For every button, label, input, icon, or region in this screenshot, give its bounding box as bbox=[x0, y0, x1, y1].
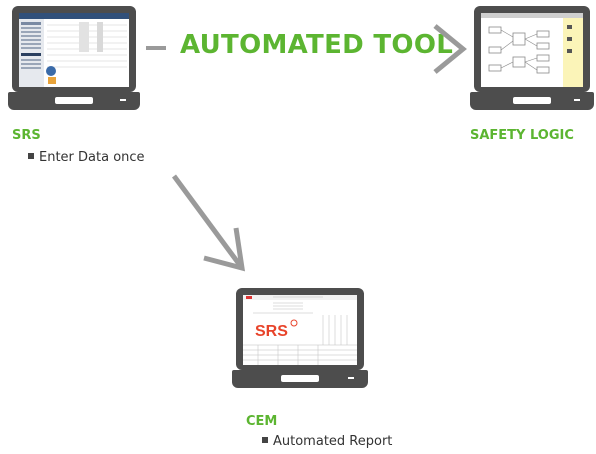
cem-label: CEM bbox=[246, 414, 278, 429]
cem-screen: SRS bbox=[243, 295, 357, 365]
report-logo: SRS bbox=[255, 323, 288, 340]
safety-logic-screen bbox=[481, 13, 583, 87]
srs-label: SRS bbox=[12, 128, 41, 143]
safety-logic-laptop bbox=[470, 6, 594, 110]
cem-laptop: SRS bbox=[232, 288, 368, 388]
diagonal-arrow-icon bbox=[171, 174, 246, 272]
cem-bullet: Automated Report bbox=[262, 434, 392, 449]
automated-tool-title: AUTOMATED TOOL bbox=[180, 30, 454, 60]
bullet-square-icon bbox=[28, 152, 34, 159]
chevron-arrow-icon bbox=[433, 24, 467, 74]
bullet-square-icon bbox=[262, 436, 268, 443]
cem-bullet-text: Automated Report bbox=[273, 434, 393, 449]
connector-dash bbox=[146, 46, 166, 50]
srs-laptop bbox=[8, 6, 140, 110]
srs-screen bbox=[19, 13, 129, 87]
srs-bullet: Enter Data once bbox=[28, 150, 145, 165]
srs-bullet-text: Enter Data once bbox=[39, 150, 145, 165]
safety-logic-label: SAFETY LOGIC bbox=[470, 128, 574, 143]
